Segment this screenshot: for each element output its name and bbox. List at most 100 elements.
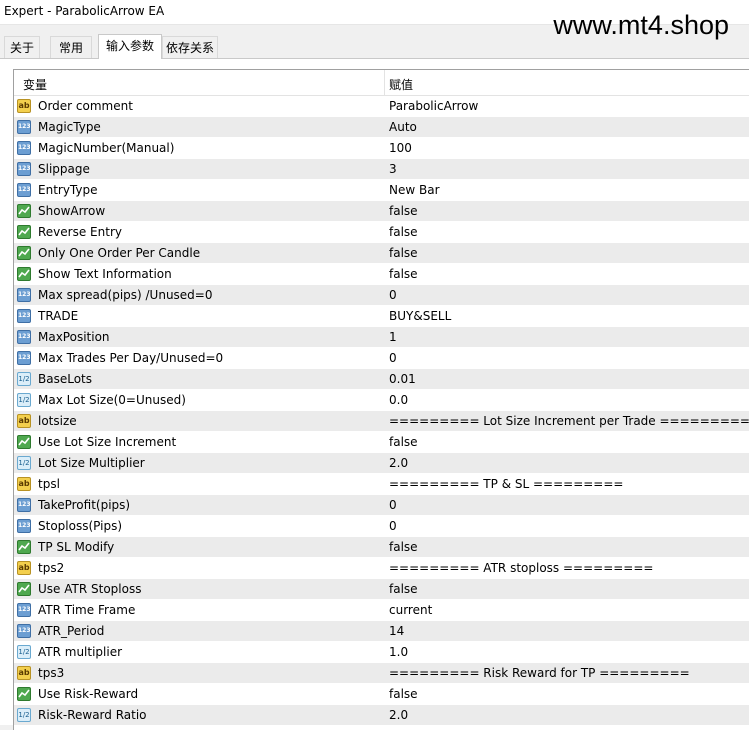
parameter-value[interactable]: 0.01 <box>389 372 416 386</box>
parameter-name: EntryType <box>38 183 98 197</box>
table-row[interactable]: 123 EntryType New Bar <box>14 180 749 201</box>
parameter-value[interactable]: ParabolicArrow <box>389 99 478 113</box>
parameter-value[interactable]: ========= Risk Reward for TP ========= <box>389 666 690 680</box>
parameter-value[interactable]: 3 <box>389 162 397 176</box>
parameter-name: TP SL Modify <box>38 540 115 554</box>
window-title: Expert - ParabolicArrow EA <box>4 4 165 18</box>
parameter-value[interactable]: 0 <box>389 351 397 365</box>
double-type-icon: 1/2 <box>17 645 31 659</box>
tab-common[interactable]: 常用 <box>50 36 92 58</box>
table-row[interactable]: 123 Max spread(pips) /Unused=0 0 <box>14 285 749 306</box>
integer-type-icon: 123 <box>17 624 31 638</box>
parameter-value[interactable]: ========= Lot Size Increment per Trade =… <box>389 414 749 428</box>
parameter-value[interactable]: false <box>389 540 418 554</box>
parameters-grid: 变量 赋值 ab Order comment ParabolicArrow 123 Ma… <box>13 69 749 730</box>
parameter-name: Slippage <box>38 162 90 176</box>
tab-dependencies[interactable]: 依存关系 <box>162 36 218 58</box>
table-row[interactable]: 123 TakeProfit(pips) 0 <box>14 495 749 516</box>
boolean-type-icon <box>17 687 31 701</box>
table-row[interactable]: 123 Max Trades Per Day/Unused=0 0 <box>14 348 749 369</box>
parameter-value[interactable]: 0 <box>389 519 397 533</box>
table-row[interactable]: 123 Stoploss(Pips) 0 <box>14 516 749 537</box>
table-row[interactable]: 123 ATR Time Frame current <box>14 600 749 621</box>
parameter-name: lotsize <box>38 414 77 428</box>
parameter-name: Order comment <box>38 99 133 113</box>
parameter-value[interactable]: 1.0 <box>389 645 408 659</box>
parameter-value[interactable]: 14 <box>389 624 404 638</box>
parameter-value[interactable]: 100 <box>389 141 412 155</box>
table-row[interactable]: 1/2 Lot Size Multiplier 2.0 <box>14 453 749 474</box>
parameter-value[interactable]: 2.0 <box>389 456 408 470</box>
integer-type-icon: 123 <box>17 351 31 365</box>
parameter-name: TRADE <box>38 309 79 323</box>
table-row[interactable]: Show Text Information false <box>14 264 749 285</box>
column-header-value[interactable]: 赋值 <box>389 76 413 93</box>
column-divider[interactable] <box>384 70 385 95</box>
boolean-type-icon <box>17 225 31 239</box>
parameter-name: TakeProfit(pips) <box>38 498 131 512</box>
parameter-name: Only One Order Per Candle <box>38 246 201 260</box>
table-row[interactable]: ab tps2 ========= ATR stoploss ========= <box>14 558 749 579</box>
table-row[interactable]: Use ATR Stoploss false <box>14 579 749 600</box>
table-row[interactable]: Use Risk-Reward false <box>14 684 749 705</box>
parameter-value[interactable]: current <box>389 603 432 617</box>
double-type-icon: 1/2 <box>17 708 31 722</box>
column-header-variable[interactable]: 变量 <box>23 76 47 93</box>
parameter-value[interactable]: ========= TP & SL ========= <box>389 477 623 491</box>
parameter-value[interactable]: false <box>389 267 418 281</box>
table-row[interactable]: ShowArrow false <box>14 201 749 222</box>
table-row[interactable]: 123 TRADE BUY&SELL <box>14 306 749 327</box>
parameter-value[interactable]: BUY&SELL <box>389 309 451 323</box>
parameter-value[interactable]: ========= ATR stoploss ========= <box>389 561 653 575</box>
parameter-name: tps3 <box>38 666 65 680</box>
integer-type-icon: 123 <box>17 141 31 155</box>
table-row[interactable]: 123 ATR_Period 14 <box>14 621 749 642</box>
table-row[interactable]: ab lotsize ========= Lot Size Increment pe… <box>14 411 749 432</box>
double-type-icon: 1/2 <box>17 456 31 470</box>
parameter-value[interactable]: New Bar <box>389 183 440 197</box>
parameter-value[interactable]: 0 <box>389 498 397 512</box>
table-row[interactable]: Use Lot Size Increment false <box>14 432 749 453</box>
parameter-value[interactable]: false <box>389 204 418 218</box>
parameter-name: Use Risk-Reward <box>38 687 139 701</box>
table-row[interactable]: TP SL Modify false <box>14 537 749 558</box>
parameter-value[interactable]: 0.0 <box>389 393 408 407</box>
parameter-name: MaxPosition <box>38 330 110 344</box>
integer-type-icon: 123 <box>17 330 31 344</box>
table-row[interactable]: Reverse Entry false <box>14 222 749 243</box>
integer-type-icon: 123 <box>17 183 31 197</box>
table-row[interactable]: 123 Slippage 3 <box>14 159 749 180</box>
boolean-type-icon <box>17 267 31 281</box>
parameter-name: Use Lot Size Increment <box>38 435 177 449</box>
parameter-name: Max Lot Size(0=Unused) <box>38 393 186 407</box>
parameter-name: Max Trades Per Day/Unused=0 <box>38 351 224 365</box>
table-row[interactable]: 1/2 Risk-Reward Ratio 2.0 <box>14 705 749 726</box>
table-row[interactable]: 123 MagicType Auto <box>14 117 749 138</box>
boolean-type-icon <box>17 246 31 260</box>
tab-inputs[interactable]: 输入参数 <box>98 34 162 59</box>
parameter-value[interactable]: false <box>389 687 418 701</box>
parameter-name: tps2 <box>38 561 65 575</box>
table-row[interactable]: 123 MaxPosition 1 <box>14 327 749 348</box>
table-row[interactable]: ab tpsl ========= TP & SL ========= <box>14 474 749 495</box>
table-row[interactable]: Only One Order Per Candle false <box>14 243 749 264</box>
parameter-value[interactable]: Auto <box>389 120 417 134</box>
parameter-value[interactable]: false <box>389 582 418 596</box>
parameter-value[interactable]: false <box>389 246 418 260</box>
table-row[interactable]: ab Order comment ParabolicArrow <box>14 96 749 117</box>
table-row[interactable]: 1/2 ATR multiplier 1.0 <box>14 642 749 663</box>
boolean-type-icon <box>17 204 31 218</box>
parameter-value[interactable]: 0 <box>389 288 397 302</box>
table-row[interactable]: 123 MagicNumber(Manual) 100 <box>14 138 749 159</box>
parameter-value[interactable]: 2.0 <box>389 708 408 722</box>
parameter-value[interactable]: false <box>389 435 418 449</box>
grid-header: 变量 赋值 <box>14 70 749 96</box>
tab-about[interactable]: 关于 <box>4 36 40 58</box>
table-row[interactable]: ab tps3 ========= Risk Reward for TP =====… <box>14 663 749 684</box>
table-row[interactable]: 1/2 Max Lot Size(0=Unused) 0.0 <box>14 390 749 411</box>
integer-type-icon: 123 <box>17 120 31 134</box>
parameter-value[interactable]: false <box>389 225 418 239</box>
parameter-name: ATR Time Frame <box>38 603 136 617</box>
parameter-value[interactable]: 1 <box>389 330 397 344</box>
table-row[interactable]: 1/2 BaseLots 0.01 <box>14 369 749 390</box>
